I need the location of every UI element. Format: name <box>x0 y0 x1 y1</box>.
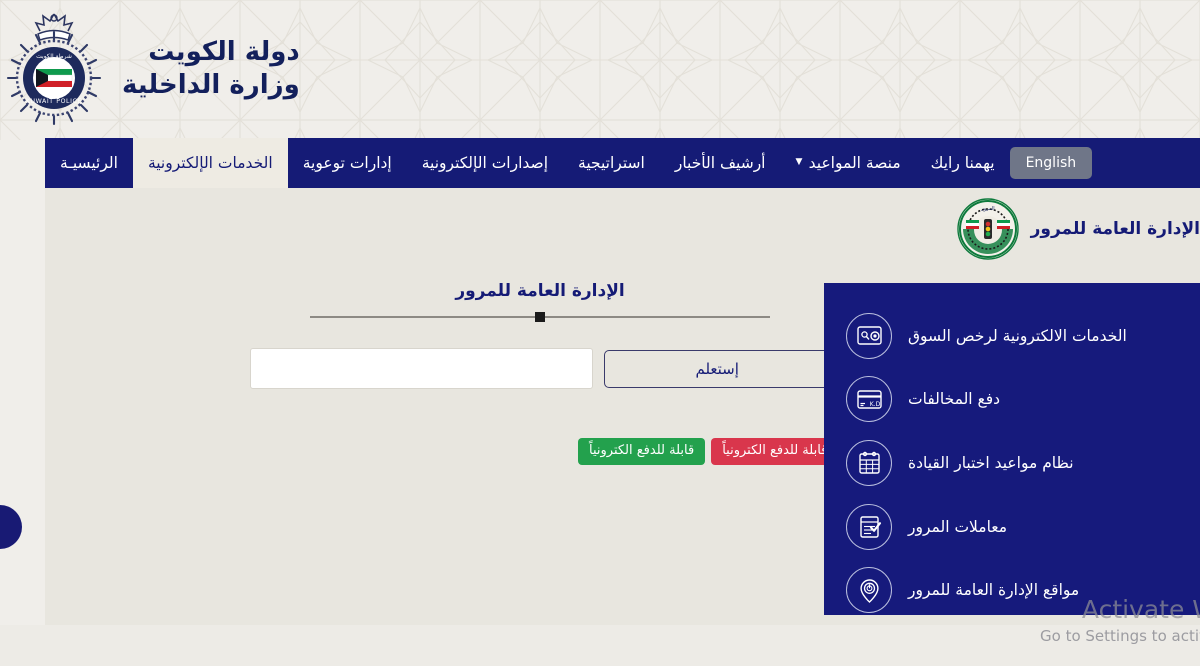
floating-help-button[interactable] <box>0 505 22 549</box>
nav-item-home[interactable]: الرئيسيـة <box>45 138 133 188</box>
services-sidebar: الخدمات الالكترونية لرخص السوق K.D دفع ا… <box>824 283 1200 615</box>
chevron-down-icon: ▼ <box>795 157 803 167</box>
department-title: الإدارة العامة للمرور <box>1030 219 1200 239</box>
title-divider <box>310 312 770 322</box>
service-label: نظام مواعيد اختبار القيادة <box>908 453 1074 472</box>
page-root: دولة الكويت وزارة الداخلية شرطة الكويت K… <box>0 0 1200 666</box>
service-item-traffic-locations[interactable]: مواقع الإدارة العامة للمرور <box>846 565 1178 615</box>
payment-card-kd-icon: K.D <box>846 376 892 423</box>
nav-label: إصدارات الإلكترونية <box>421 154 549 172</box>
site-header: دولة الكويت وزارة الداخلية شرطة الكويت K… <box>0 0 1200 138</box>
query-submit-button[interactable]: إستعلم <box>604 349 830 388</box>
license-card-icon <box>846 312 892 359</box>
service-label: مواقع الإدارة العامة للمرور <box>908 581 1080 600</box>
service-label: دفع المخالفات <box>908 390 1001 409</box>
nav-label: الرئيسيـة <box>60 154 118 172</box>
nav-item-awareness[interactable]: إدارات توعوية <box>288 138 407 188</box>
ministry-title: دولة الكويت وزارة الداخلية <box>122 36 300 103</box>
service-item-traffic-transactions[interactable]: معاملات المرور <box>846 502 1178 552</box>
service-item-pay-fines[interactable]: K.D دفع المخالفات <box>846 375 1178 425</box>
svg-text:شرطة الكويت: شرطة الكويت <box>36 53 72 60</box>
nav-item-appointments[interactable]: منصة المواعيد ▼ <box>781 138 916 188</box>
nav-label: الخدمات الإلكترونية <box>147 154 273 172</box>
calendar-booking-icon <box>846 439 892 486</box>
svg-text:KUWAIT POLICE: KUWAIT POLICE <box>26 98 82 105</box>
ministry-line-1: دولة الكويت <box>148 36 300 67</box>
nav-label: يهمنا رايك <box>930 154 995 172</box>
page-bottom-strip <box>0 625 1200 666</box>
payment-legend: غير قابلة للدفع الكترونياً قابلة للدفع ا… <box>578 438 861 466</box>
svg-text:المرور: المرور <box>980 206 994 212</box>
main-navigation[interactable]: الرئيسيـة الخدمات الإلكترونية إدارات توع… <box>45 138 1200 188</box>
content-panel: المرور الإدارة العامة للمرور الإدارة الع… <box>45 188 1200 625</box>
kuwait-police-emblem-icon: شرطة الكويت KUWAIT POLICE <box>6 13 102 126</box>
nav-item-strategy[interactable]: استراتيجية <box>563 138 660 188</box>
language-switch-button[interactable]: English <box>1009 147 1093 179</box>
nav-item-publications[interactable]: إصدارات الإلكترونية <box>407 138 563 188</box>
nav-label: استراتيجية <box>578 154 645 172</box>
service-label: معاملات المرور <box>908 517 1008 536</box>
query-title: الإدارة العامة للمرور <box>455 281 625 301</box>
document-check-icon <box>846 503 892 550</box>
ministry-line-2: وزارة الداخلية <box>122 70 300 100</box>
query-input[interactable] <box>250 348 594 389</box>
nav-item-eservices[interactable]: الخدمات الإلكترونية <box>132 138 288 188</box>
service-item-driving-test-appointments[interactable]: نظام مواعيد اختبار القيادة <box>846 438 1178 488</box>
traffic-department-emblem-icon: المرور <box>956 198 1019 260</box>
department-header: المرور الإدارة العامة للمرور <box>956 188 1200 270</box>
service-item-driving-license-eservices[interactable]: الخدمات الالكترونية لرخص السوق <box>846 311 1178 361</box>
nav-label: إدارات توعوية <box>302 154 392 172</box>
nav-item-feedback[interactable]: يهمنا رايك <box>916 138 1010 188</box>
nav-item-news-archive[interactable]: أرشيف الأخبار <box>660 138 781 188</box>
query-block: الإدارة العامة للمرور إستعلم <box>250 281 830 389</box>
badge-payable: قابلة للدفع الكترونياً <box>578 438 706 466</box>
nav-label: أرشيف الأخبار <box>674 154 766 172</box>
nav-label: منصة المواعيد <box>808 154 901 172</box>
query-row: إستعلم <box>250 348 830 389</box>
svg-text:K.D: K.D <box>869 401 880 408</box>
service-label: الخدمات الالكترونية لرخص السوق <box>908 326 1127 345</box>
brand-block: دولة الكويت وزارة الداخلية شرطة الكويت K… <box>0 10 300 128</box>
divider-dot <box>535 312 545 322</box>
location-pin-icon <box>846 567 892 614</box>
